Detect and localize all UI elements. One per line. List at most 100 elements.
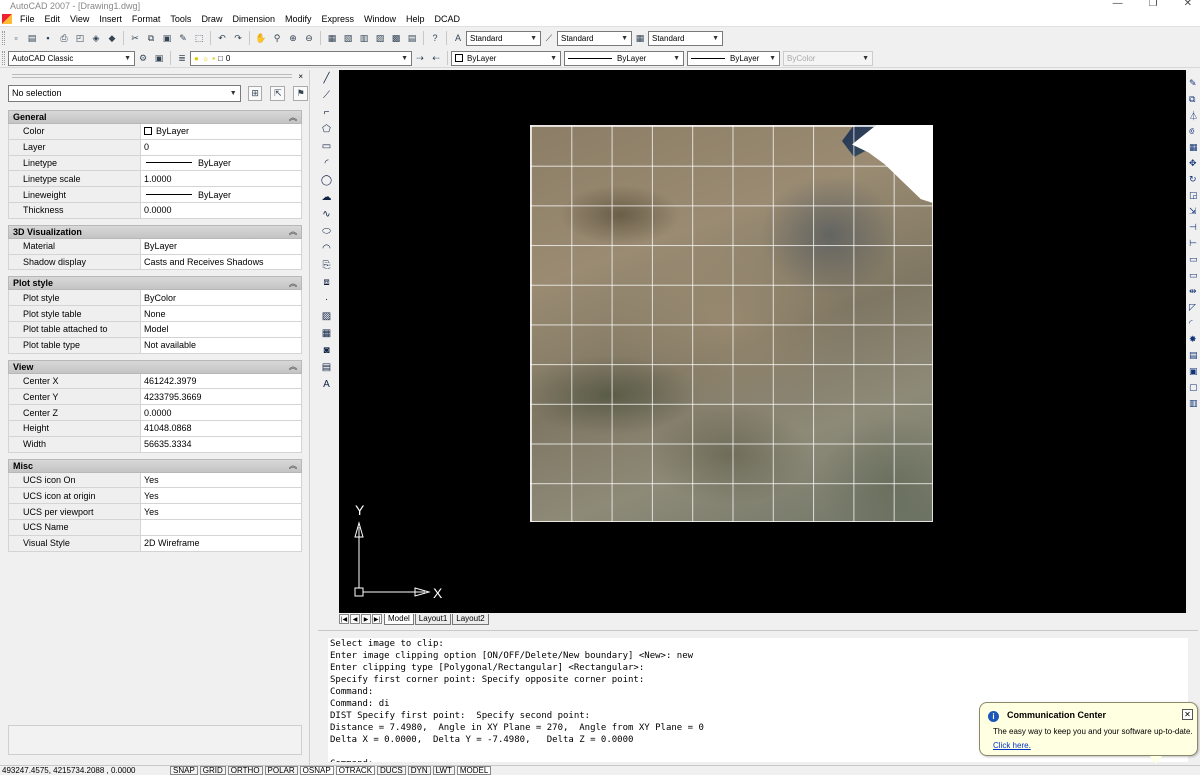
move-icon[interactable]: ✥ (1189, 156, 1200, 170)
property-row[interactable]: Plot table attached to Model (8, 321, 302, 338)
bubble-link[interactable]: Click here. (993, 741, 1031, 750)
color-select[interactable]: ByLayer ▼ (451, 50, 561, 66)
property-row[interactable]: Height 41048.0868 (8, 420, 302, 437)
print-icon[interactable]: ⎙ (57, 31, 71, 45)
multiline-text-icon[interactable]: A (320, 377, 334, 392)
restore-icon[interactable]: ❐ (1149, 0, 1158, 9)
property-value[interactable]: Model (141, 321, 302, 337)
toggle-pickadd-icon[interactable]: ⊞ (247, 85, 263, 101)
extend-icon[interactable]: ⊢ (1189, 236, 1200, 250)
drawing-canvas[interactable]: Y X (339, 70, 1186, 613)
mirror-icon[interactable]: ⏃ (1189, 108, 1200, 122)
hatch-icon[interactable]: ▨ (320, 309, 334, 324)
polar-toggle[interactable]: POLAR (264, 766, 298, 775)
chamfer-icon[interactable]: ◸ (1189, 300, 1200, 314)
draworder-icon[interactable]: ▤ (1189, 348, 1200, 362)
collapse-icon[interactable]: ︽ (289, 112, 297, 123)
property-value[interactable]: ByLayer (141, 187, 302, 202)
collapse-icon[interactable]: ︽ (289, 361, 297, 372)
minimize-icon[interactable]: — (1113, 0, 1123, 9)
make-current-layer-icon[interactable]: ⇢ (413, 51, 427, 65)
quick-select-icon[interactable]: ⚑ (293, 85, 308, 101)
rectangle-icon[interactable]: ▭ (320, 139, 334, 154)
text-style-icon[interactable]: A (451, 31, 465, 45)
coordinate-readout[interactable]: 493247.4575, 4215734.2088 , 0.0000 (0, 766, 170, 775)
property-value[interactable]: ByColor (141, 290, 302, 306)
palette-grip[interactable] (12, 74, 293, 78)
menu-express[interactable]: Express (317, 14, 360, 24)
property-value[interactable]: Not available (141, 337, 302, 353)
menu-modify[interactable]: Modify (280, 14, 317, 24)
publish-icon[interactable]: ◈ (89, 31, 103, 45)
trim-icon[interactable]: ⊣ (1189, 220, 1200, 234)
property-row[interactable]: Center Z 0.0000 (8, 405, 302, 421)
property-row[interactable]: Layer 0 (8, 139, 302, 156)
polygon-icon[interactable]: ⬠ (320, 122, 334, 137)
property-row[interactable]: UCS icon at origin Yes (8, 488, 302, 505)
property-value[interactable]: None (141, 306, 302, 321)
polyline-icon[interactable]: ⌐ (320, 105, 334, 120)
property-value[interactable]: 2D Wireframe (141, 535, 302, 551)
table-icon[interactable]: ▤ (320, 360, 334, 375)
app-icon[interactable] (2, 13, 12, 24)
redo-icon[interactable]: ↷ (231, 31, 245, 45)
break-icon[interactable]: ▭ (1189, 268, 1200, 282)
quickcalc-icon[interactable]: ▤ (405, 31, 419, 45)
menu-view[interactable]: View (65, 14, 94, 24)
offset-icon[interactable]: ⟃ (1189, 124, 1200, 138)
tab-layout2[interactable]: Layout2 (452, 613, 489, 625)
table-style-select[interactable]: Standard ▼ (648, 30, 723, 46)
collapse-icon[interactable]: ︽ (289, 226, 297, 237)
property-row[interactable]: Plot table type Not available (8, 337, 302, 354)
dyn-toggle[interactable]: DYN (407, 766, 431, 775)
first-tab-icon[interactable]: |◀ (339, 614, 349, 624)
stretch-icon[interactable]: ⇲ (1189, 204, 1200, 218)
property-value[interactable]: Yes (141, 472, 302, 488)
undo-icon[interactable]: ↶ (215, 31, 229, 45)
gradient-icon[interactable]: ▦ (320, 326, 334, 341)
property-value[interactable]: ByLayer (141, 238, 302, 254)
send-back-icon[interactable]: ▢ (1189, 380, 1200, 394)
copy-icon[interactable]: ⧉ (144, 31, 158, 45)
properties-icon[interactable]: ▦ (325, 31, 339, 45)
collapse-icon[interactable]: ︽ (289, 460, 297, 471)
line-icon[interactable]: ╱ (320, 71, 334, 86)
text-style-select[interactable]: Standard ▼ (466, 30, 541, 46)
section-header[interactable]: 3D Visualization ︽ (8, 224, 302, 239)
property-row[interactable]: Linetype ByLayer (8, 155, 302, 172)
dim-style-select[interactable]: Standard ▼ (557, 30, 632, 46)
make-block-icon[interactable]: ⧈ (320, 275, 334, 290)
workspace-settings-icon[interactable]: ⚙ (136, 51, 150, 65)
property-row[interactable]: Plot style ByColor (8, 290, 302, 307)
save-icon[interactable]: ▪ (41, 31, 55, 45)
property-value[interactable]: Casts and Receives Shadows (141, 254, 302, 270)
property-value[interactable]: 1.0000 (141, 171, 302, 187)
select-objects-icon[interactable]: ⇱ (270, 85, 286, 101)
text-above-icon[interactable]: ▥ (1189, 396, 1200, 410)
lineweight-select[interactable]: ByLayer ▼ (687, 50, 780, 66)
lwt-toggle[interactable]: LWT (432, 766, 455, 775)
prev-tab-icon[interactable]: ◀ (350, 614, 360, 624)
circle-icon[interactable]: ◯ (320, 173, 334, 188)
menu-dcad[interactable]: DCAD (430, 14, 466, 24)
zoom-realtime-icon[interactable]: ⚲ (270, 31, 284, 45)
scale-icon[interactable]: ◲ (1189, 188, 1200, 202)
region-icon[interactable]: ◙ (320, 343, 334, 358)
ellipse-arc-icon[interactable]: ◠ (320, 241, 334, 256)
collapse-icon[interactable]: ︽ (289, 278, 297, 289)
section-header[interactable]: View ︽ (8, 359, 302, 374)
3d-dwf-icon[interactable]: ◆ (105, 31, 119, 45)
menu-window[interactable]: Window (359, 14, 401, 24)
section-header[interactable]: Plot style ︽ (8, 276, 302, 291)
property-row[interactable]: Color ByLayer (8, 124, 302, 140)
match-properties-icon[interactable]: ✎ (176, 31, 190, 45)
section-header[interactable]: General ︽ (8, 110, 302, 124)
ellipse-icon[interactable]: ⬭ (320, 224, 334, 239)
tab-model[interactable]: Model (384, 613, 414, 625)
workspace-save-icon[interactable]: ▣ (152, 51, 166, 65)
menu-insert[interactable]: Insert (94, 14, 127, 24)
raster-image[interactable] (530, 125, 933, 522)
sheet-set-icon[interactable]: ▨ (373, 31, 387, 45)
property-row[interactable]: Linetype scale 1.0000 (8, 171, 302, 188)
ortho-toggle[interactable]: ORTHO (227, 766, 263, 775)
